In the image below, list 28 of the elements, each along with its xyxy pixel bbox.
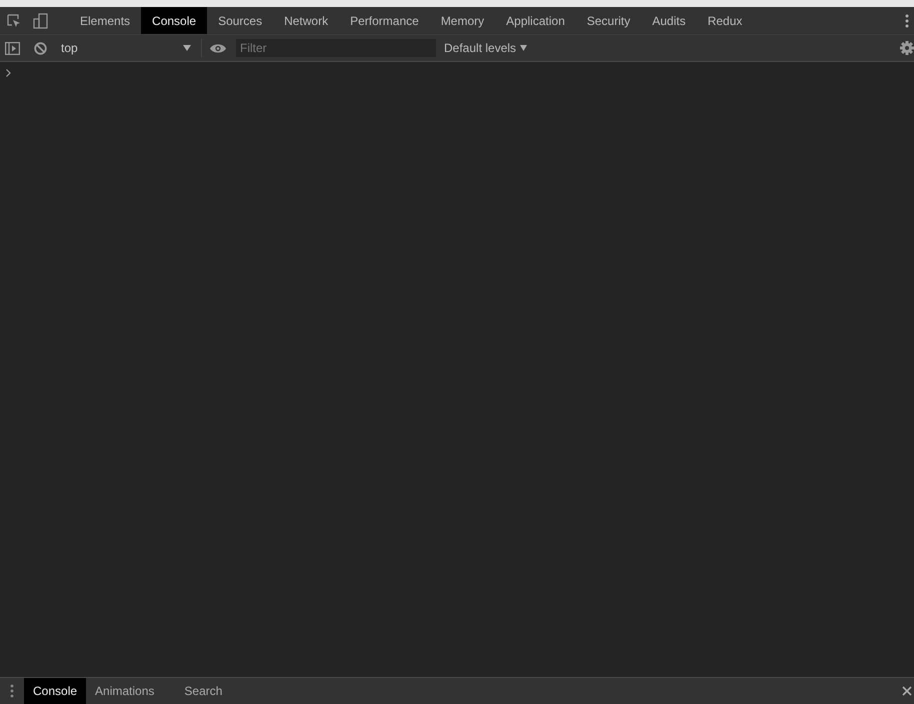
panel-tab[interactable]: Audits (641, 7, 697, 34)
drawer-tab[interactable]: Console (24, 678, 86, 704)
panel-tab[interactable]: Memory (430, 7, 496, 34)
panel-tab[interactable]: Elements (69, 7, 142, 34)
menu-icon[interactable] (905, 14, 909, 28)
context-dropdown[interactable]: top (61, 41, 191, 55)
drawer-tab[interactable]: Search (175, 678, 232, 704)
inspect-icon[interactable] (7, 14, 21, 28)
settings-icon[interactable] (900, 41, 914, 55)
clear-icon[interactable] (34, 42, 47, 54)
sidebar-toggle-icon[interactable] (5, 42, 20, 54)
panel-tab[interactable]: Network (273, 7, 340, 34)
panel-tab[interactable]: Console (141, 7, 208, 34)
caret-icon (520, 45, 528, 51)
device-icon[interactable] (33, 12, 49, 28)
panel-tab[interactable]: Sources (207, 7, 274, 34)
prompt-chevron-icon (6, 69, 11, 77)
levels-dropdown[interactable]: Default levels (444, 41, 528, 55)
eye-icon[interactable] (210, 42, 226, 54)
filter-field[interactable]: Filter (236, 39, 436, 57)
panel-tab[interactable]: Application (495, 7, 576, 34)
close-icon[interactable] (902, 686, 912, 696)
panel-tab[interactable]: Performance (339, 7, 430, 34)
caret-icon (183, 45, 191, 51)
menu-icon[interactable] (10, 684, 14, 698)
panel-tab[interactable]: Security (576, 7, 642, 34)
panel-tab[interactable]: Redux (696, 7, 754, 34)
drawer-tab[interactable]: Animations (86, 678, 164, 704)
